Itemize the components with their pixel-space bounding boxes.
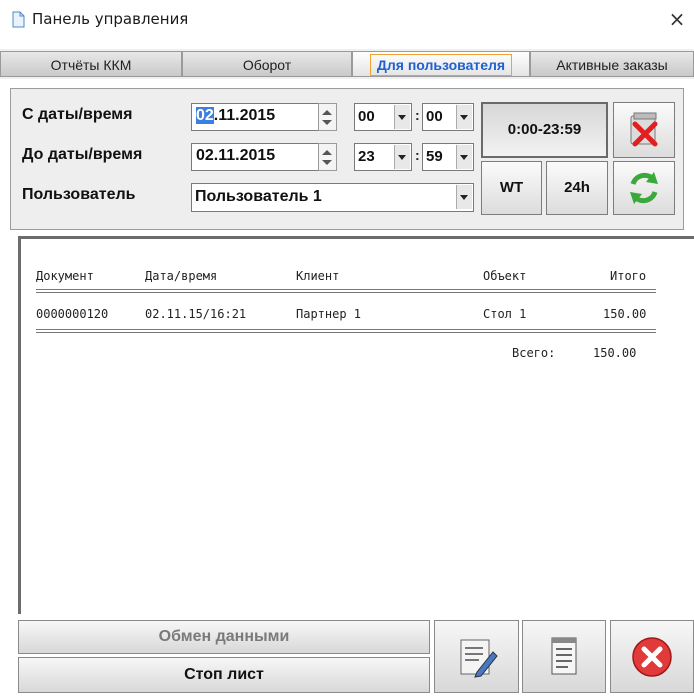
edit-notes-button[interactable] [434, 620, 519, 693]
from-datetime-label: С даты/время [22, 106, 133, 123]
tab-active-orders[interactable]: Активные заказы [530, 51, 694, 77]
cell-datetime: 02.11.15/16:21 [145, 307, 247, 321]
to-date-field[interactable]: 02.11.2015 [191, 143, 326, 171]
spin-down-icon [322, 120, 332, 125]
from-minute-value: 00 [426, 108, 443, 125]
from-minute-select[interactable]: 00 [422, 103, 474, 131]
notepad-icon [551, 637, 577, 675]
to-date-spinner[interactable] [318, 143, 337, 171]
col-header-total: Итого [610, 269, 647, 283]
chevron-down-icon [394, 105, 410, 129]
filter-panel: С даты/время 02.11.2015 00 : 00 До даты/… [10, 88, 684, 230]
spin-up-icon [322, 150, 332, 155]
grand-total-label: Всего: [512, 346, 556, 360]
close-icon [632, 637, 672, 677]
full-day-range-button[interactable]: 0:00-23:59 [481, 102, 608, 158]
cell-object: Стол 1 [483, 307, 527, 321]
tab-turnover[interactable]: Оборот [182, 51, 352, 77]
time-colon: : [415, 147, 420, 163]
tab-for-user[interactable]: Для пользователя [352, 51, 530, 77]
from-hour-select[interactable]: 00 [354, 103, 412, 131]
to-minute-select[interactable]: 59 [422, 143, 474, 171]
user-select-value: Пользователь 1 [195, 188, 322, 205]
from-date-spinner[interactable] [318, 103, 337, 131]
user-select[interactable]: Пользователь 1 [191, 183, 474, 212]
from-hour-value: 00 [358, 108, 375, 125]
chevron-down-icon [456, 185, 472, 209]
wt-button[interactable]: WT [481, 161, 542, 215]
cell-total: 150.00 [603, 307, 647, 321]
report-view: Документ Дата/время Клиент Объект Итого … [18, 236, 694, 614]
col-header-client: Клиент [296, 269, 340, 283]
chevron-down-icon [456, 145, 472, 169]
chevron-down-icon [456, 105, 472, 129]
edit-notes-icon [460, 639, 498, 678]
clear-report-icon [630, 112, 658, 147]
24h-button[interactable]: 24h [546, 161, 608, 215]
to-minute-value: 59 [426, 148, 443, 165]
to-hour-select[interactable]: 23 [354, 143, 412, 171]
cell-document: 0000000120 [36, 307, 109, 321]
time-colon: : [415, 107, 420, 123]
document-icon [12, 11, 25, 28]
close-button[interactable] [610, 620, 694, 693]
col-header-object: Объект [483, 269, 527, 283]
chevron-down-icon [394, 145, 410, 169]
spin-down-icon [322, 160, 332, 165]
window-close-button[interactable]: × [664, 6, 690, 32]
tab-bar: Отчёты ККМ Оборот Для пользователя Актив… [0, 49, 694, 79]
control-panel-window: Панель управления × Отчёты ККМ Оборот Дл… [0, 0, 694, 697]
from-date-selected: 02 [196, 107, 214, 124]
clear-report-button[interactable] [613, 102, 675, 158]
spin-up-icon [322, 110, 332, 115]
tab-kkm-reports[interactable]: Отчёты ККМ [0, 51, 182, 77]
window-title: Панель управления [32, 10, 189, 28]
separator-line [36, 329, 656, 333]
to-datetime-label: До даты/время [22, 146, 143, 163]
from-date-rest: .11.2015 [213, 107, 276, 124]
data-exchange-button[interactable]: Обмен данными [18, 620, 430, 654]
col-header-document: Документ [36, 269, 94, 283]
grand-total-value: 150.00 [593, 346, 637, 360]
refresh-button[interactable] [613, 161, 675, 215]
user-label: Пользователь [22, 186, 136, 203]
to-hour-value: 23 [358, 148, 375, 165]
from-date-field[interactable]: 02.11.2015 [191, 103, 326, 131]
notepad-button[interactable] [522, 620, 606, 693]
tab-for-user-label: Для пользователя [369, 54, 513, 76]
stop-list-button[interactable]: Стоп лист [18, 657, 430, 693]
refresh-icon [630, 172, 658, 204]
separator-line [36, 289, 656, 293]
title-bar: Панель управления × [0, 0, 694, 40]
col-header-datetime: Дата/время [145, 269, 218, 283]
cell-client: Партнер 1 [296, 307, 362, 321]
